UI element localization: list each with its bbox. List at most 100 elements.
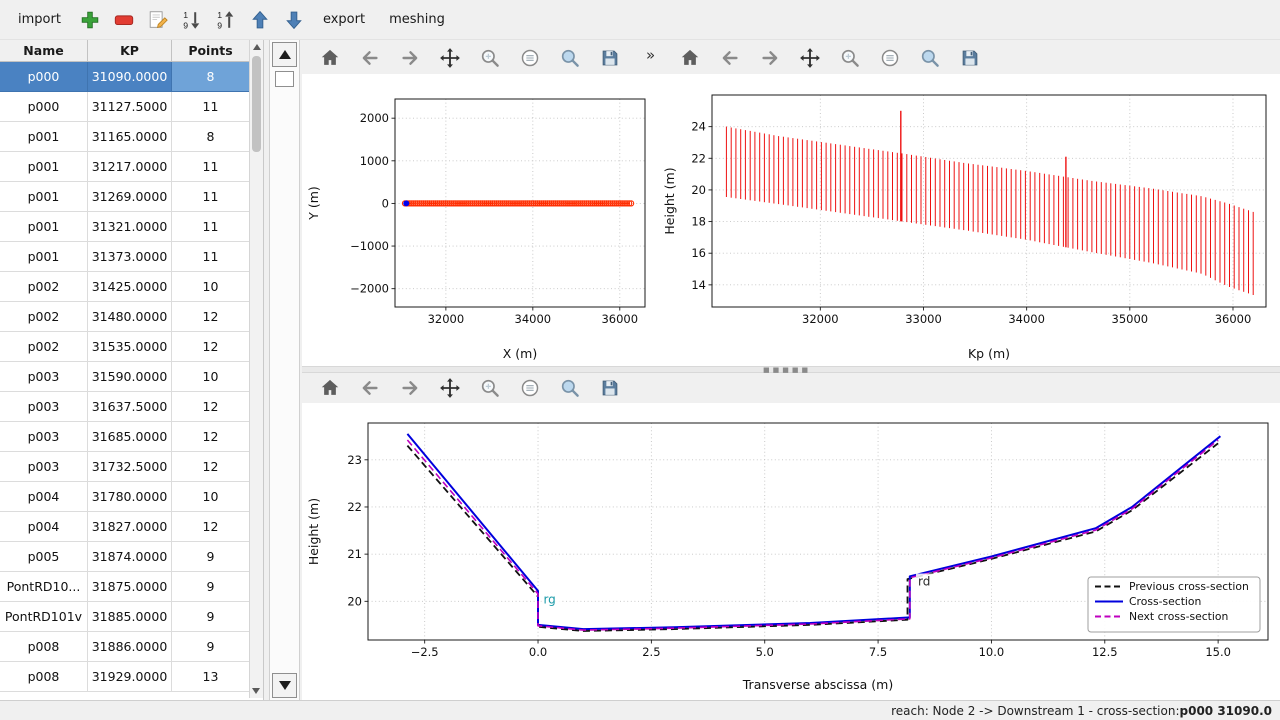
table-cell-points[interactable]: 11 (172, 182, 250, 212)
scroll-up-arrow-icon[interactable] (253, 44, 261, 50)
table-row[interactable]: p00431827.000012 (0, 512, 263, 542)
subplots-button[interactable] (514, 44, 545, 72)
import-button[interactable]: import (8, 7, 71, 32)
table-row[interactable]: p00331685.000012 (0, 422, 263, 452)
column-header-kp[interactable]: KP (88, 40, 172, 62)
pan-button[interactable] (434, 374, 465, 402)
customize-button[interactable] (914, 44, 945, 72)
table-cell-kp[interactable]: 31685.0000 (88, 422, 172, 452)
meshing-button[interactable]: meshing (379, 7, 455, 32)
table-cell-name[interactable]: p003 (0, 362, 88, 392)
save-button[interactable] (594, 374, 625, 402)
table-cell-name[interactable]: p008 (0, 662, 88, 692)
table-cell-points[interactable]: 8 (172, 62, 250, 92)
table-cell-name[interactable]: p003 (0, 422, 88, 452)
table-cell-points[interactable]: 13 (172, 662, 250, 692)
table-row[interactable]: p00131373.000011 (0, 242, 263, 272)
sort-descending-button[interactable]: 19 (211, 5, 241, 35)
table-cell-name[interactable]: p001 (0, 212, 88, 242)
table-row[interactable]: p00331590.000010 (0, 362, 263, 392)
back-button[interactable] (354, 374, 385, 402)
column-header-points[interactable]: Points (172, 40, 250, 62)
table-cell-points[interactable]: 12 (172, 512, 250, 542)
cross-section-figure[interactable]: rgrd−2.50.02.55.07.510.012.515.020212223… (304, 403, 1278, 697)
table-cell-points[interactable]: 9 (172, 632, 250, 662)
table-cell-name[interactable]: PontRD101v (0, 602, 88, 632)
table-cell-name[interactable]: PontRD10... (0, 572, 88, 602)
table-cell-name[interactable]: p008 (0, 632, 88, 662)
table-row[interactable]: p00231425.000010 (0, 272, 263, 302)
table-cell-points[interactable]: 9 (172, 572, 250, 602)
subplots-button[interactable] (874, 44, 905, 72)
table-cell-name[interactable]: p000 (0, 62, 88, 92)
table-scrollbar-thumb[interactable] (252, 56, 261, 152)
table-row[interactable]: p00231535.000012 (0, 332, 263, 362)
table-cell-kp[interactable]: 31127.5000 (88, 92, 172, 122)
column-header-name[interactable]: Name (0, 40, 88, 62)
table-cell-kp[interactable]: 31886.0000 (88, 632, 172, 662)
table-cell-kp[interactable]: 31535.0000 (88, 332, 172, 362)
table-cell-points[interactable]: 11 (172, 242, 250, 272)
table-cell-kp[interactable]: 31827.0000 (88, 512, 172, 542)
table-cell-points[interactable]: 10 (172, 272, 250, 302)
table-cell-kp[interactable]: 31217.0000 (88, 152, 172, 182)
table-cell-kp[interactable]: 31732.5000 (88, 452, 172, 482)
table-cell-points[interactable]: 8 (172, 122, 250, 152)
table-cell-kp[interactable]: 31480.0000 (88, 302, 172, 332)
customize-button[interactable] (554, 374, 585, 402)
table-cell-kp[interactable]: 31425.0000 (88, 272, 172, 302)
table-cell-kp[interactable]: 31780.0000 (88, 482, 172, 512)
table-cell-kp[interactable]: 31874.0000 (88, 542, 172, 572)
horizontal-splitter[interactable]: ■■■■■ (302, 366, 1280, 373)
customize-button[interactable] (554, 44, 585, 72)
table-cell-points[interactable]: 11 (172, 152, 250, 182)
table-cell-name[interactable]: p004 (0, 482, 88, 512)
table-cell-kp[interactable]: 31090.0000 (88, 62, 172, 92)
table-cell-points[interactable]: 10 (172, 482, 250, 512)
save-button[interactable] (594, 44, 625, 72)
forward-button[interactable] (754, 44, 785, 72)
table-cell-name[interactable]: p004 (0, 512, 88, 542)
table-cell-points[interactable]: 9 (172, 542, 250, 572)
table-row[interactable]: p00131321.000011 (0, 212, 263, 242)
list-scrollbar[interactable] (269, 40, 300, 700)
table-cell-name[interactable]: p002 (0, 302, 88, 332)
table-row[interactable]: p00431780.000010 (0, 482, 263, 512)
table-row[interactable]: PontRD10...31875.00009 (0, 572, 263, 602)
table-row[interactable]: PontRD101v31885.00009 (0, 602, 263, 632)
table-cell-name[interactable]: p001 (0, 152, 88, 182)
pan-button[interactable] (434, 44, 465, 72)
table-cell-kp[interactable]: 31165.0000 (88, 122, 172, 152)
home-button[interactable] (314, 44, 345, 72)
table-cell-kp[interactable]: 31373.0000 (88, 242, 172, 272)
table-cell-points[interactable]: 12 (172, 302, 250, 332)
add-button[interactable] (75, 5, 105, 35)
table-row[interactable]: p00131217.000011 (0, 152, 263, 182)
table-cell-points[interactable]: 12 (172, 452, 250, 482)
table-cell-kp[interactable]: 31875.0000 (88, 572, 172, 602)
table-cell-name[interactable]: p001 (0, 242, 88, 272)
longitudinal-profile-figure[interactable]: 3200033000340003500036000141618202224Kp … (660, 74, 1280, 366)
table-cell-points[interactable]: 11 (172, 212, 250, 242)
zoom-button[interactable] (474, 44, 505, 72)
table-cell-points[interactable]: 9 (172, 602, 250, 632)
table-cell-name[interactable]: p000 (0, 92, 88, 122)
table-cell-name[interactable]: p002 (0, 332, 88, 362)
export-button[interactable]: export (313, 7, 375, 32)
zoom-button[interactable] (474, 374, 505, 402)
table-row[interactable]: p00131269.000011 (0, 182, 263, 212)
move-down-button[interactable] (279, 5, 309, 35)
table-cell-name[interactable]: p005 (0, 542, 88, 572)
table-cell-name[interactable]: p002 (0, 272, 88, 302)
list-scrollbar-thumb[interactable] (275, 71, 294, 87)
sort-ascending-button[interactable]: 19 (177, 5, 207, 35)
table-cell-kp[interactable]: 31321.0000 (88, 212, 172, 242)
table-row[interactable]: p00531874.00009 (0, 542, 263, 572)
table-row[interactable]: p00331637.500012 (0, 392, 263, 422)
table-cell-kp[interactable]: 31269.0000 (88, 182, 172, 212)
table-cell-points[interactable]: 12 (172, 392, 250, 422)
forward-button[interactable] (394, 374, 425, 402)
scroll-down-arrow-icon[interactable] (252, 688, 260, 694)
scroll-down-button[interactable] (272, 673, 297, 698)
table-cell-points[interactable]: 11 (172, 92, 250, 122)
